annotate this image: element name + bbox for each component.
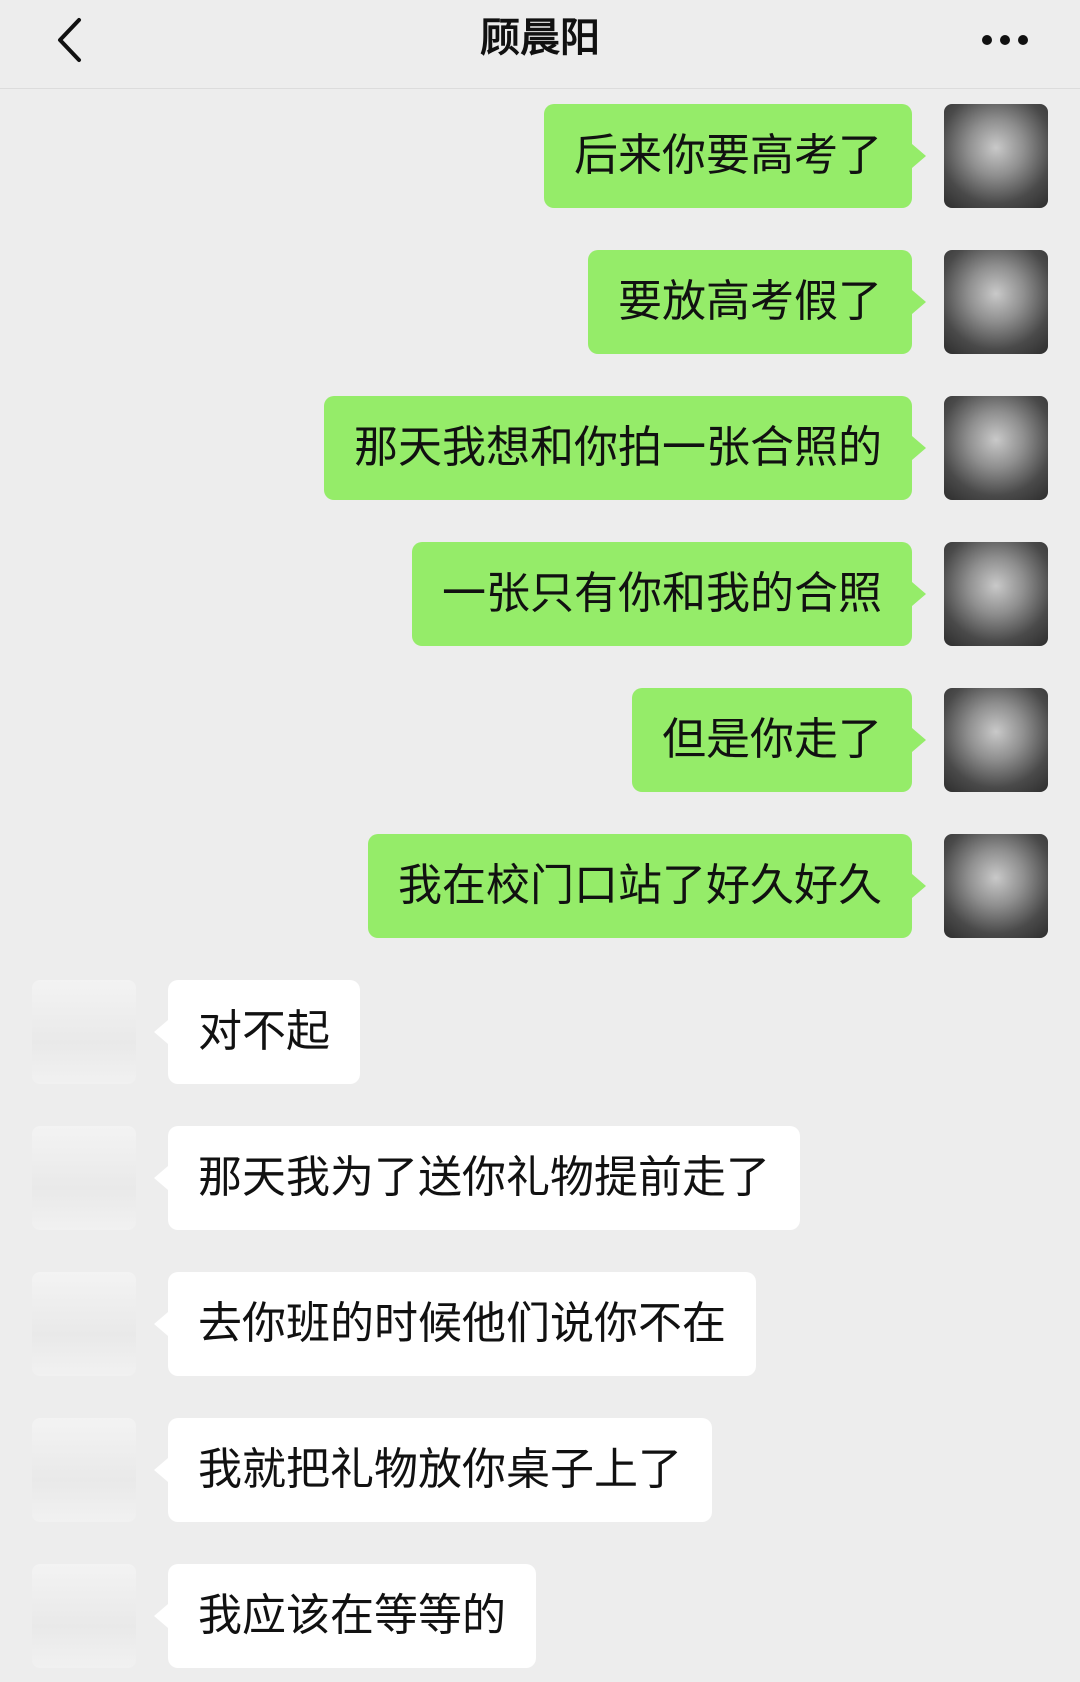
sent-message-bubble[interactable]: 要放高考假了 — [588, 250, 926, 354]
sent-message-bubble[interactable]: 一张只有你和我的合照 — [412, 542, 926, 646]
contact-avatar[interactable] — [32, 1126, 136, 1230]
message-row: 我应该在等等的 — [0, 1564, 1080, 1668]
message-row: 那天我为了送你礼物提前走了 — [0, 1126, 1080, 1230]
received-message-bubble[interactable]: 那天我为了送你礼物提前走了 — [154, 1126, 800, 1230]
more-dots-icon — [982, 35, 992, 45]
contact-avatar[interactable] — [32, 980, 136, 1084]
cat-avatar[interactable] — [944, 104, 1048, 208]
chat-title: 顾晨阳 — [480, 15, 600, 61]
message-row: 我在校门口站了好久好久 — [0, 834, 1080, 938]
contact-avatar[interactable] — [32, 1564, 136, 1668]
sent-message-bubble[interactable]: 我在校门口站了好久好久 — [368, 834, 926, 938]
cat-avatar[interactable] — [944, 834, 1048, 938]
received-message-bubble[interactable]: 我应该在等等的 — [154, 1564, 536, 1668]
top-bar: 顾晨阳 — [0, 0, 1080, 89]
message-row: 但是你走了 — [0, 688, 1080, 792]
more-options-button[interactable] — [970, 10, 1040, 70]
cat-avatar[interactable] — [944, 250, 1048, 354]
message-row: 那天我想和你拍一张合照的 — [0, 396, 1080, 500]
cat-avatar[interactable] — [944, 688, 1048, 792]
message-row: 一张只有你和我的合照 — [0, 542, 1080, 646]
cat-avatar[interactable] — [944, 542, 1048, 646]
message-row: 我就把礼物放你桌子上了 — [0, 1418, 1080, 1522]
sent-message-bubble[interactable]: 那天我想和你拍一张合照的 — [324, 396, 926, 500]
message-row: 去你班的时候他们说你不在 — [0, 1272, 1080, 1376]
sent-message-bubble[interactable]: 但是你走了 — [632, 688, 926, 792]
contact-avatar[interactable] — [32, 1272, 136, 1376]
message-row: 后来你要高考了 — [0, 104, 1080, 208]
message-row: 要放高考假了 — [0, 250, 1080, 354]
contact-avatar[interactable] — [32, 1418, 136, 1522]
sent-message-bubble[interactable]: 后来你要高考了 — [544, 104, 926, 208]
message-row: 对不起 — [0, 980, 1080, 1084]
message-list[interactable]: 后来你要高考了 要放高考假了 那天我想和你拍一张合照的 一张只有你和我的合照 但… — [0, 88, 1080, 1682]
received-message-bubble[interactable]: 去你班的时候他们说你不在 — [154, 1272, 756, 1376]
received-message-bubble[interactable]: 我就把礼物放你桌子上了 — [154, 1418, 712, 1522]
received-message-bubble[interactable]: 对不起 — [154, 980, 360, 1084]
cat-avatar[interactable] — [944, 396, 1048, 500]
